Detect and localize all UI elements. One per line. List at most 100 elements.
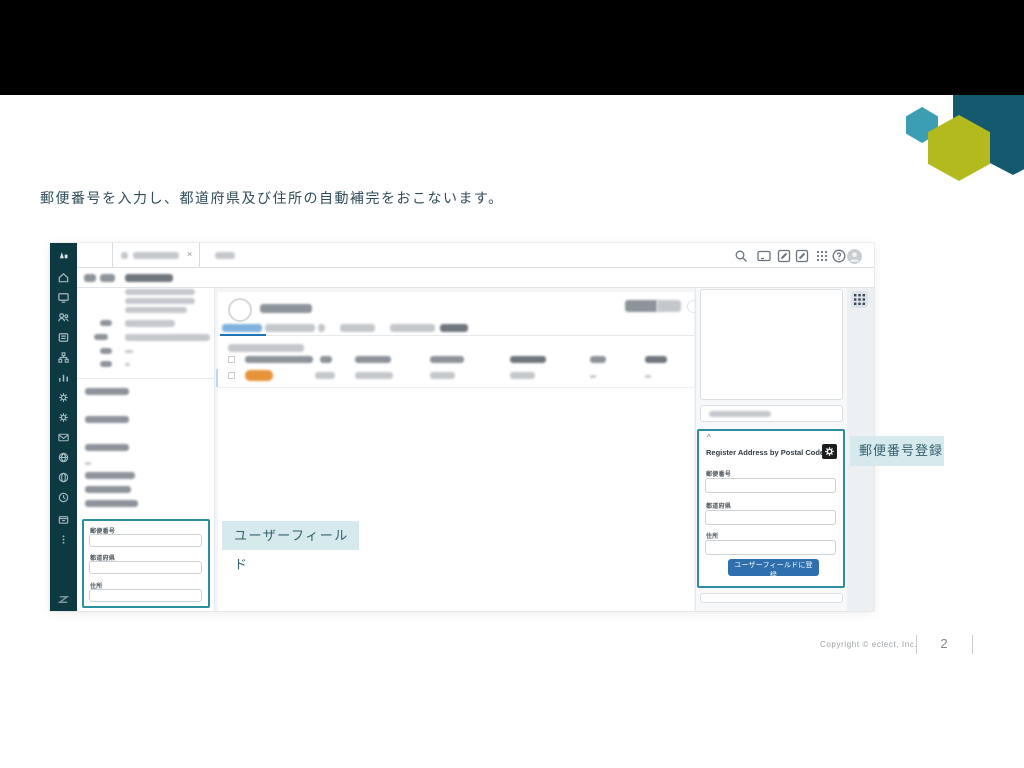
header-button-caret-redacted[interactable] [657, 300, 681, 312]
redacted-text [85, 462, 91, 465]
redacted-field-label [85, 444, 129, 451]
breadcrumb-redacted[interactable] [125, 274, 173, 282]
widget-address-label: 住所 [706, 531, 719, 540]
widget-gear-button[interactable] [822, 444, 837, 459]
row-checkbox[interactable] [228, 372, 235, 379]
customers-icon[interactable] [57, 311, 70, 324]
globe-icon[interactable] [57, 471, 70, 484]
tab-favicon-redacted [121, 252, 128, 259]
cell-redacted [430, 372, 455, 379]
footer-divider [972, 635, 973, 654]
redacted-field-label [85, 472, 135, 479]
widget-prefecture-input[interactable] [705, 510, 836, 525]
tabs-divider [218, 335, 694, 336]
postal-code-input[interactable] [89, 534, 202, 547]
breadcrumb-redacted[interactable] [100, 274, 115, 282]
home-icon[interactable] [57, 271, 70, 284]
status-pill-orange [245, 370, 273, 381]
widget-postal-code-input[interactable] [705, 478, 836, 493]
avatar[interactable] [846, 248, 862, 264]
row-divider [218, 387, 694, 388]
redacted-text [125, 289, 195, 295]
widget-address-input[interactable] [705, 540, 836, 555]
active-tab-underline [220, 334, 266, 336]
select-all-checkbox[interactable] [228, 356, 235, 363]
more-icon[interactable] [57, 533, 70, 546]
organizations-icon[interactable] [57, 331, 70, 344]
column-header-redacted [245, 356, 313, 363]
top-banner-bar [0, 0, 1024, 95]
reporting-icon[interactable] [57, 371, 70, 384]
messages-icon[interactable] [57, 431, 70, 444]
compose-icon[interactable] [776, 248, 792, 264]
redacted-value [125, 334, 210, 341]
redacted-field-label [85, 416, 129, 423]
requester-name-redacted [260, 304, 312, 313]
register-user-field-button[interactable]: ユーザーフィールドに登録 [728, 559, 819, 576]
cell-redacted [645, 375, 651, 378]
footer-copyright: Copyright © eclect, Inc. [820, 640, 917, 649]
redacted-text [709, 411, 771, 417]
tab-close-icon[interactable]: × [187, 249, 192, 259]
widget-prefecture-label: 都道府県 [706, 501, 731, 510]
address-input[interactable] [89, 589, 202, 602]
widget-postal-code-label: 郵便番号 [706, 469, 731, 478]
tab-redacted[interactable] [390, 324, 435, 332]
postal-code-widget-highlight-box: ^ Register Address by Postal Code 郵便番号 都… [697, 429, 845, 588]
channels-icon[interactable] [57, 451, 70, 464]
zendesk-logo-icon [57, 593, 70, 606]
panel-divider [77, 378, 215, 379]
compose-alt-icon[interactable] [794, 248, 810, 264]
schedule-icon[interactable] [57, 491, 70, 504]
footer-page-number: 2 [930, 636, 958, 651]
requester-avatar [228, 298, 252, 322]
tab-redacted[interactable] [340, 324, 375, 332]
prefecture-input[interactable] [89, 561, 202, 574]
app-logo-icon[interactable] [57, 249, 70, 262]
ticket-tab[interactable]: × [112, 243, 200, 267]
tab-redacted[interactable] [265, 324, 315, 332]
app-breadcrumb-bar [77, 268, 874, 288]
column-header-redacted [430, 356, 464, 363]
redacted-text [125, 298, 195, 304]
annotation-postal-register: 郵便番号登録 [850, 436, 944, 466]
admin-icon[interactable] [57, 411, 70, 424]
apps-grid-icon[interactable] [814, 248, 830, 264]
redacted-field-label [85, 388, 129, 395]
header-button-redacted[interactable] [625, 300, 657, 312]
new-tab-redacted[interactable] [215, 252, 235, 259]
annotation-user-field: ユーザーフィールド [222, 521, 359, 550]
redacted-label [100, 348, 112, 354]
apps-toggle-button[interactable] [851, 291, 868, 308]
redacted-value [125, 350, 133, 353]
redacted-label [100, 320, 112, 326]
redacted-value [125, 363, 130, 366]
collapse-caret-icon[interactable]: ^ [707, 433, 711, 442]
app-card-empty [700, 289, 843, 400]
tab-badge-redacted [318, 324, 325, 332]
console-icon[interactable] [756, 248, 772, 264]
help-icon[interactable] [831, 248, 847, 264]
ticket-card [218, 292, 694, 611]
table-title-redacted [228, 344, 304, 352]
search-icon[interactable] [733, 248, 749, 264]
footer-divider [916, 635, 917, 654]
redacted-text [125, 307, 187, 313]
departments-icon[interactable] [57, 351, 70, 364]
tab-active-redacted[interactable] [222, 324, 262, 332]
redacted-label [94, 334, 108, 340]
redacted-field-label [85, 486, 131, 493]
app-card-small [700, 405, 843, 422]
slide-heading: 郵便番号を入力し、都道府県及び住所の自動補完をおこないます。 [40, 188, 504, 208]
tab-title-redacted [133, 252, 179, 259]
widget-title: Register Address by Postal Code [706, 448, 824, 457]
redacted-field-label [85, 500, 138, 507]
archive-icon[interactable] [57, 513, 70, 526]
user-fields-highlight-box: 郵便番号 都道府県 住所 [82, 519, 210, 608]
tab-redacted[interactable] [440, 324, 468, 332]
breadcrumb-redacted[interactable] [84, 274, 96, 282]
column-header-redacted [355, 356, 391, 363]
settings-icon[interactable] [57, 391, 70, 404]
app-header-bar: × [77, 243, 874, 268]
views-icon[interactable] [57, 291, 70, 304]
